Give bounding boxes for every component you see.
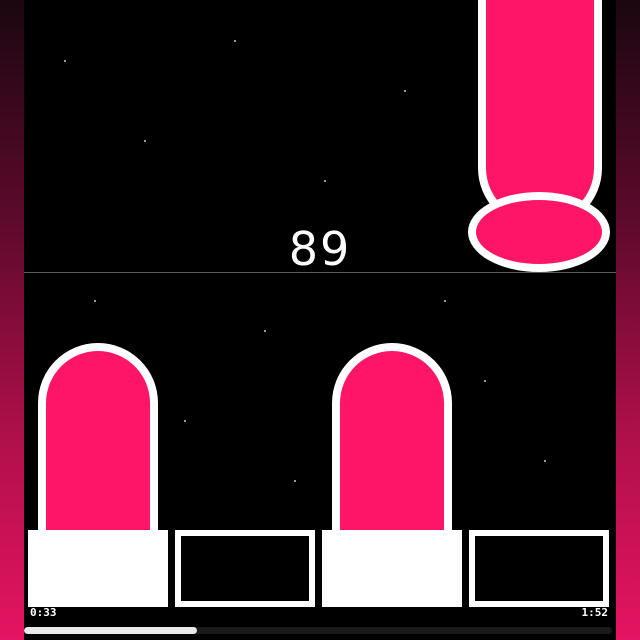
left-edge-glow (0, 0, 24, 640)
star-particle (264, 330, 266, 332)
star-particle (144, 140, 146, 142)
elapsed-time: 0:33 (30, 606, 57, 619)
star-particle (404, 90, 406, 92)
star-particle (234, 40, 236, 42)
lane-2-pad[interactable] (175, 530, 315, 607)
star-particle (294, 480, 296, 482)
star-particle (184, 420, 186, 422)
lane-1-pad-pressed[interactable] (28, 530, 168, 607)
lane-4-pad[interactable] (469, 530, 609, 607)
song-progress-bar[interactable] (24, 627, 612, 634)
star-particle (94, 300, 96, 302)
lane-3-pad-pressed[interactable] (322, 530, 462, 607)
star-particle (64, 60, 66, 62)
star-particle (324, 180, 326, 182)
score-counter: 89 (288, 222, 352, 276)
total-time: 1:52 (581, 606, 609, 619)
star-particle (484, 380, 486, 382)
held-tile-lane-3[interactable] (332, 343, 452, 531)
star-particle (544, 460, 546, 462)
held-tile-lane-1[interactable] (38, 343, 158, 531)
star-particle (444, 300, 446, 302)
right-edge-glow (616, 0, 640, 640)
song-progress-fill (24, 627, 198, 634)
